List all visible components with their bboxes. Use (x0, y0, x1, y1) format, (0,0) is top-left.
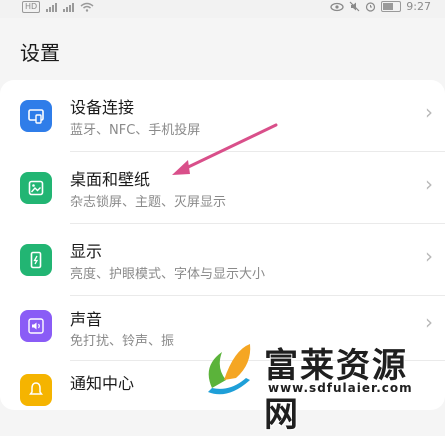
sound-icon (20, 310, 52, 342)
chevron-right-icon: › (425, 172, 433, 196)
settings-item-subtitle: 免打扰、铃声、振 (70, 334, 175, 349)
status-bar: HD 9:27 (0, 0, 445, 18)
watermark: 富莱资源网 www.sdfulaier.com (198, 338, 438, 435)
eye-icon (330, 2, 344, 11)
status-left: HD (22, 1, 94, 13)
settings-item-title: 声音 (70, 310, 103, 329)
device-connect-icon (20, 100, 52, 132)
settings-item-wallpaper[interactable]: 桌面和壁纸 杂志锁屏、主题、灭屏显示 › (0, 152, 445, 224)
chevron-right-icon: › (425, 310, 433, 334)
page-title: 设置 (20, 41, 60, 65)
settings-item-display[interactable]: 显示 亮度、护眼模式、字体与显示大小 › (0, 224, 445, 296)
settings-item-subtitle: 杂志锁屏、主题、灭屏显示 (70, 195, 227, 210)
alarm-icon (366, 2, 376, 12)
settings-item-subtitle: 蓝牙、NFC、手机投屏 (70, 123, 201, 138)
wifi-icon (80, 2, 94, 12)
settings-item-title: 通知中心 (70, 374, 135, 393)
battery-icon (381, 1, 402, 12)
settings-item-title: 桌面和壁纸 (70, 170, 151, 189)
header: 设置 (0, 18, 445, 78)
mute-icon (349, 1, 360, 12)
settings-item-device-connect[interactable]: 设备连接 蓝牙、NFC、手机投屏 › (0, 80, 445, 152)
notification-icon (20, 374, 52, 406)
chevron-right-icon: › (425, 100, 433, 124)
watermark-url: www.sdfulaier.com (268, 381, 413, 395)
chevron-right-icon: › (425, 244, 433, 268)
settings-item-subtitle: 亮度、护眼模式、字体与显示大小 (70, 267, 266, 282)
hd-badge: HD (22, 1, 41, 13)
signal-icon (46, 2, 58, 12)
display-icon (20, 244, 52, 276)
settings-item-title: 显示 (70, 242, 103, 261)
status-right: 9:27 (330, 0, 431, 13)
logo-icon (208, 344, 251, 395)
status-time: 9:27 (406, 0, 431, 13)
signal-icon-2 (63, 2, 75, 12)
settings-item-title: 设备连接 (70, 98, 135, 117)
wallpaper-icon (20, 172, 52, 204)
